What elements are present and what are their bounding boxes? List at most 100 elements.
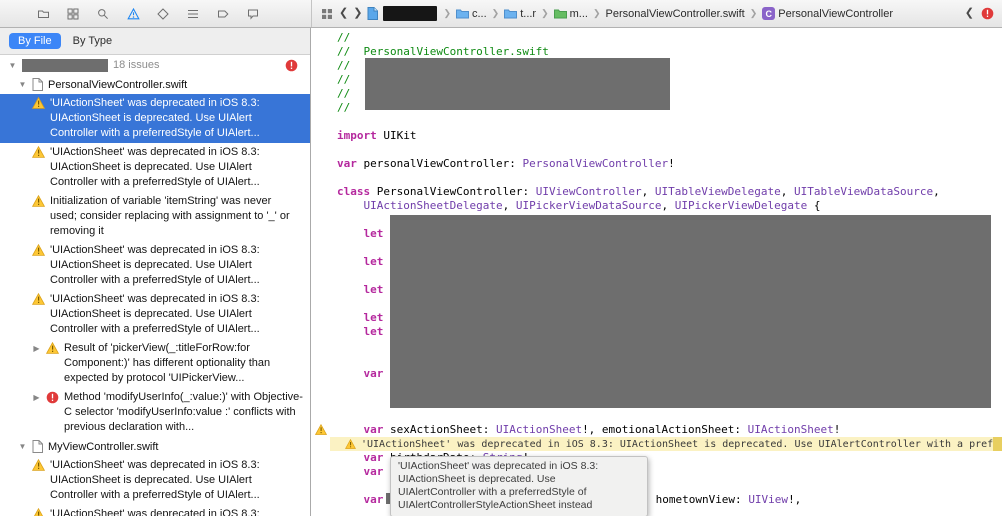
code-line[interactable] [312,409,1002,423]
code-token: , [661,199,675,212]
code-token: PersonalViewController: [370,185,536,198]
tooltip-line: UIActionSheet is deprecated. Use [398,473,556,485]
breakpoint-navigator-icon[interactable] [216,7,230,21]
issue-row[interactable]: 'UIActionSheet' was deprecated in iOS 8.… [0,94,310,143]
disclosure-triangle[interactable]: ▶ [32,344,41,353]
file-name: MyViewController.swift [48,440,159,453]
report-navigator-icon[interactable] [246,7,260,21]
breadcrumb-item[interactable]: PersonalViewController.swift [606,8,745,20]
breadcrumb-separator-icon: ❯ [592,8,601,18]
issue-row[interactable]: ▶ Result of 'pickerView(_:titleForRow:for… [0,339,310,388]
issue-row[interactable]: 'UIActionSheet' was deprecated in iOS 8.… [0,143,310,192]
xcode-window: { "colors": { "selection": "#3875d7", "w… [0,0,1002,516]
source-editor[interactable]: //// PersonalViewController.swift///////… [312,28,1002,516]
code-token: // [337,87,351,100]
inline-warning-banner[interactable]: 'UIActionSheet' was deprecated in iOS 8.… [330,437,1002,451]
debug-navigator-icon[interactable] [186,7,200,21]
issue-row[interactable]: 'UIActionSheet' was deprecated in iOS 8.… [0,241,310,290]
disclosure-triangle[interactable]: ▼ [18,442,27,451]
gutter-warning-icon[interactable] [315,424,327,435]
redacted-project-name [22,58,108,72]
disclosure-triangle[interactable]: ▶ [32,393,41,402]
filter-by-type-button[interactable]: By Type [73,35,113,47]
code-token: // [337,73,351,86]
breadcrumb-item[interactable]: c... [455,8,487,20]
issue-text: 'UIActionSheet' was deprecated in iOS 8.… [50,244,260,286]
issue-row[interactable]: 'UIActionSheet' was deprecated in iOS 8.… [0,290,310,339]
code-token: ! [833,423,841,436]
project-navigator-icon[interactable] [36,7,50,21]
breadcrumb-item[interactable]: t...r [504,8,536,20]
filter-by-file-button[interactable]: By File [9,33,61,49]
folder-icon [504,8,518,19]
file-row[interactable]: ▼ PersonalViewController.swift [0,75,310,94]
banner-right-cap [993,437,1002,451]
code-token: UITableViewDataSource [794,185,934,198]
file-icon [32,440,43,453]
code-line[interactable]: class PersonalViewController: UIViewCont… [312,185,1002,199]
forward-button[interactable]: ❯ [353,8,362,19]
breadcrumb-separator-icon: ❯ [749,8,758,18]
code-token: var [363,451,384,464]
issue-navigator-icon[interactable] [126,7,140,21]
code-token: PersonalViewController [522,157,669,170]
warning-icon [32,97,45,109]
code-line[interactable]: import UIKit [312,129,1002,143]
code-line[interactable]: // [312,31,1002,45]
issue-row[interactable]: 'UIActionSheet' was deprecated in iOS 8.… [0,456,310,505]
code-line[interactable] [312,115,1002,129]
code-line[interactable]: var personalViewController: PersonalView… [312,157,1002,171]
code-token: let [363,311,384,324]
issue-row[interactable]: Initialization of variable 'itemString' … [0,192,310,241]
warning-icon [32,459,45,471]
find-navigator-icon[interactable] [96,7,110,21]
issue-text: Result of 'pickerView(_:titleForRow:for … [64,342,271,384]
issue-row[interactable]: ▶ Method 'modifyUserInfo(_:value:)' with … [0,388,310,437]
counterpart-chevron[interactable]: ❮ [965,8,974,19]
code-token: sexActionSheet: [383,423,496,436]
code-token: , [780,185,795,198]
breadcrumb-item[interactable]: m... [553,7,588,20]
symbol-navigator-icon[interactable] [66,7,80,21]
related-items-icon[interactable] [320,7,334,21]
issue-text: 'UIActionSheet' was deprecated in iOS 8.… [50,146,260,188]
warning-icon [46,342,59,354]
code-token: , [641,185,655,198]
breadcrumb-label: t...r [520,7,537,20]
warning-icon [32,293,45,305]
code-token: UIActionSheet [495,423,583,436]
issue-row[interactable]: 'UIActionSheet' was deprecated in iOS 8.… [0,505,310,516]
issue-filter-bar: By File By Type [0,28,310,55]
code-token: var [363,367,384,380]
back-button[interactable]: ❮ [339,8,348,19]
breadcrumb-separator-icon: ❯ [443,8,451,18]
code-token: !, emotionalActionSheet: [582,423,748,436]
code-token: UIView [748,493,789,506]
test-navigator-icon[interactable] [156,7,170,21]
code-line[interactable]: UIActionSheetDelegate, UIPickerViewDataS… [312,199,1002,213]
disclosure-triangle[interactable]: ▼ [18,80,27,89]
issue-text: 'UIActionSheet' was deprecated in iOS 8.… [50,293,260,335]
warning-icon [32,508,45,516]
disclosure-triangle[interactable]: ▼ [8,61,17,70]
code-line[interactable] [312,143,1002,157]
project-row[interactable]: ▼ 18 issues [0,55,310,75]
breadcrumb-item[interactable]: C PersonalViewController [762,7,893,20]
code-token: let [363,283,384,296]
error-badge-icon[interactable] [981,7,994,20]
issue-text: 'UIActionSheet' was deprecated in iOS 8.… [50,508,260,516]
code-token: UIPickerViewDataSource [515,199,662,212]
code-line[interactable] [312,171,1002,185]
code-line[interactable]: // PersonalViewController.swift [312,45,1002,59]
file-row[interactable]: ▼ MyViewController.swift [0,437,310,456]
breadcrumb-label: m... [569,7,588,20]
issue-tree: ▼ PersonalViewController.swift 'UIActionSh… [0,75,310,516]
code-line[interactable]: var sexActionSheet: UIActionSheet!, emot… [312,423,1002,437]
class-symbol-icon: C [762,7,776,20]
redacted-project-name [383,6,438,21]
folder-icon [553,8,567,19]
